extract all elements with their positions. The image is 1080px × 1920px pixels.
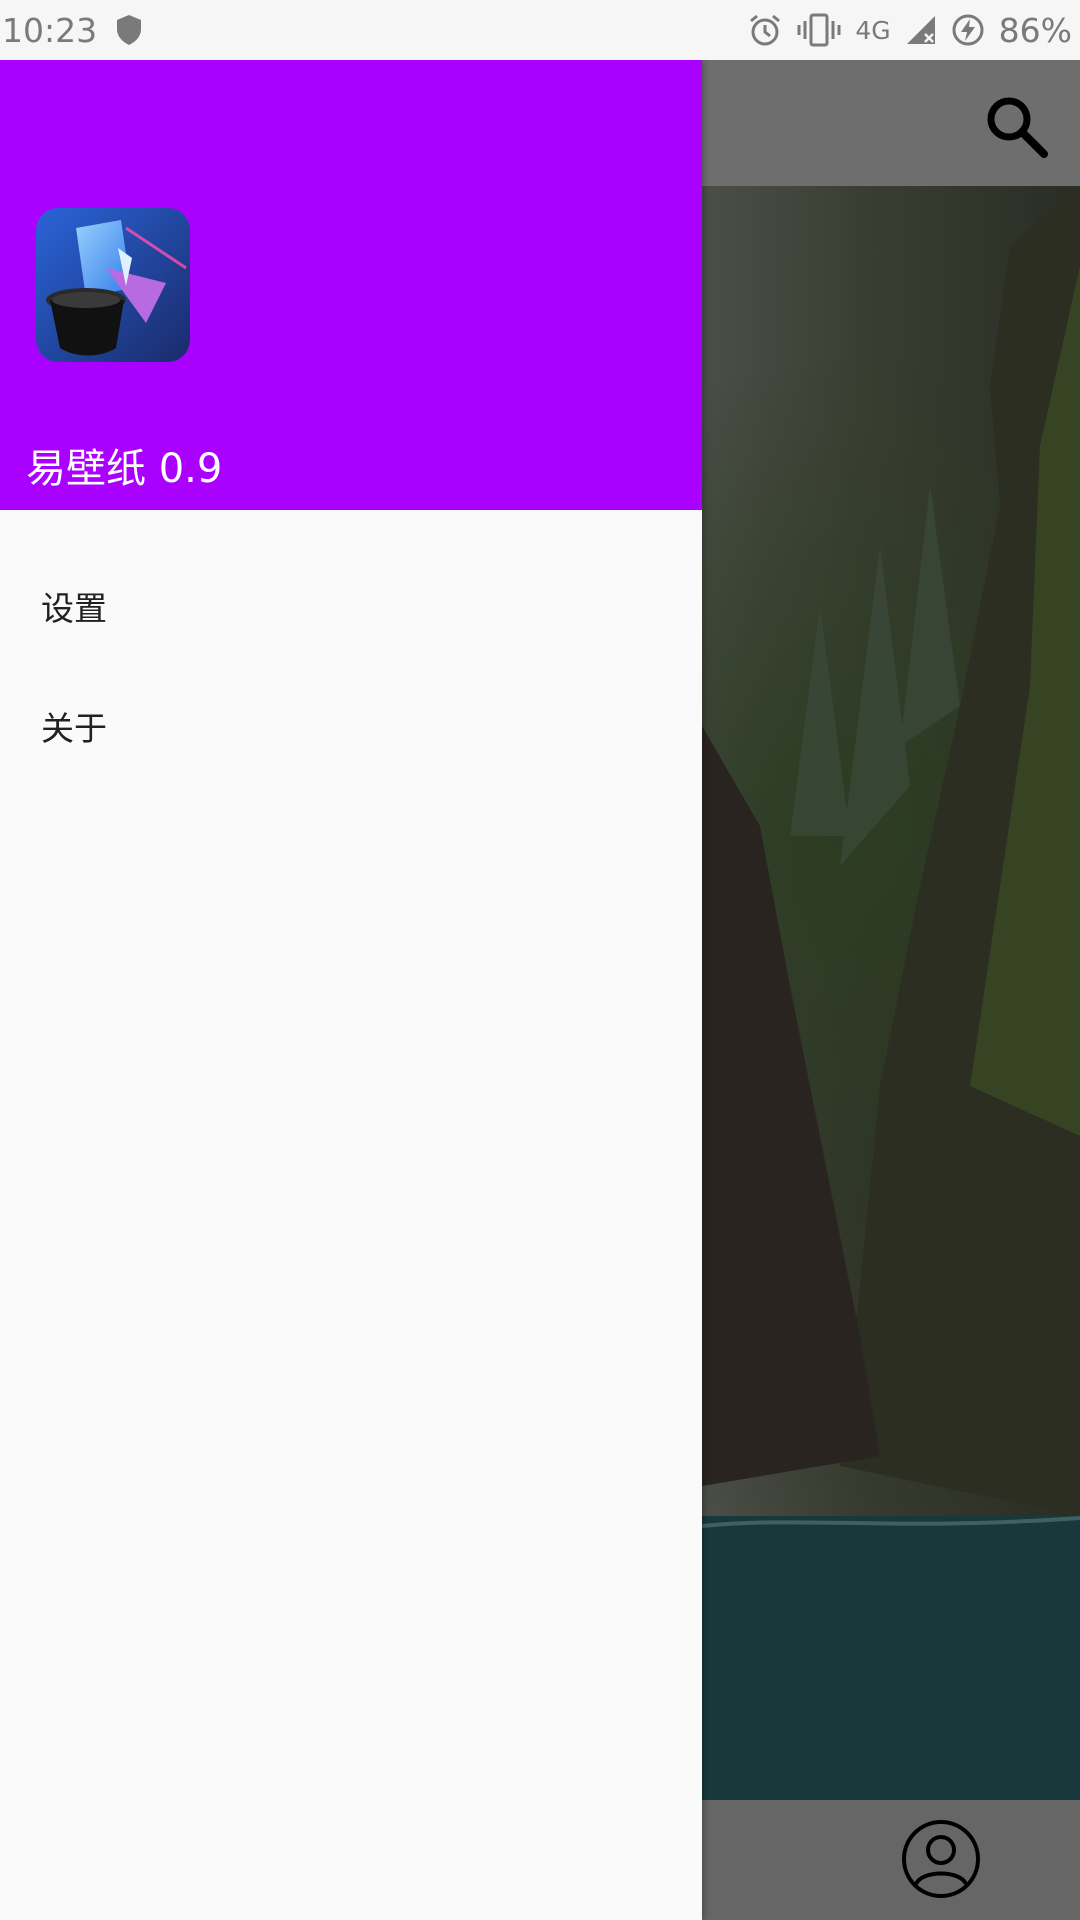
battery-charging-icon [951, 13, 985, 47]
status-time: 10:23 [2, 10, 98, 50]
app-logo-icon [36, 208, 190, 362]
alarm-icon [747, 12, 783, 48]
battery-percent: 86% [998, 10, 1072, 50]
search-icon[interactable] [980, 90, 1052, 162]
drawer-header: 易壁纸 0.9 [0, 60, 702, 510]
profile-icon[interactable] [900, 1818, 982, 1900]
menu-item-settings[interactable]: 设置 [0, 546, 702, 666]
status-right: 4G 86% [747, 11, 1080, 50]
status-left: 10:23 [0, 11, 143, 50]
vibrate-icon [797, 13, 841, 47]
drawer-menu: 设置 关于 [0, 510, 702, 786]
network-type: 4G [855, 15, 891, 45]
status-bar: 10:23 4G 86% [0, 0, 1080, 60]
navigation-drawer: 易壁纸 0.9 设置 关于 [0, 60, 702, 1920]
signal-icon [905, 14, 937, 46]
app-title: 易壁纸 0.9 [26, 446, 223, 492]
screen: 10:23 4G 86% 易壁纸 0.9 设置 关于 [0, 0, 1080, 1920]
shield-icon [115, 14, 143, 46]
menu-item-about[interactable]: 关于 [0, 666, 702, 786]
